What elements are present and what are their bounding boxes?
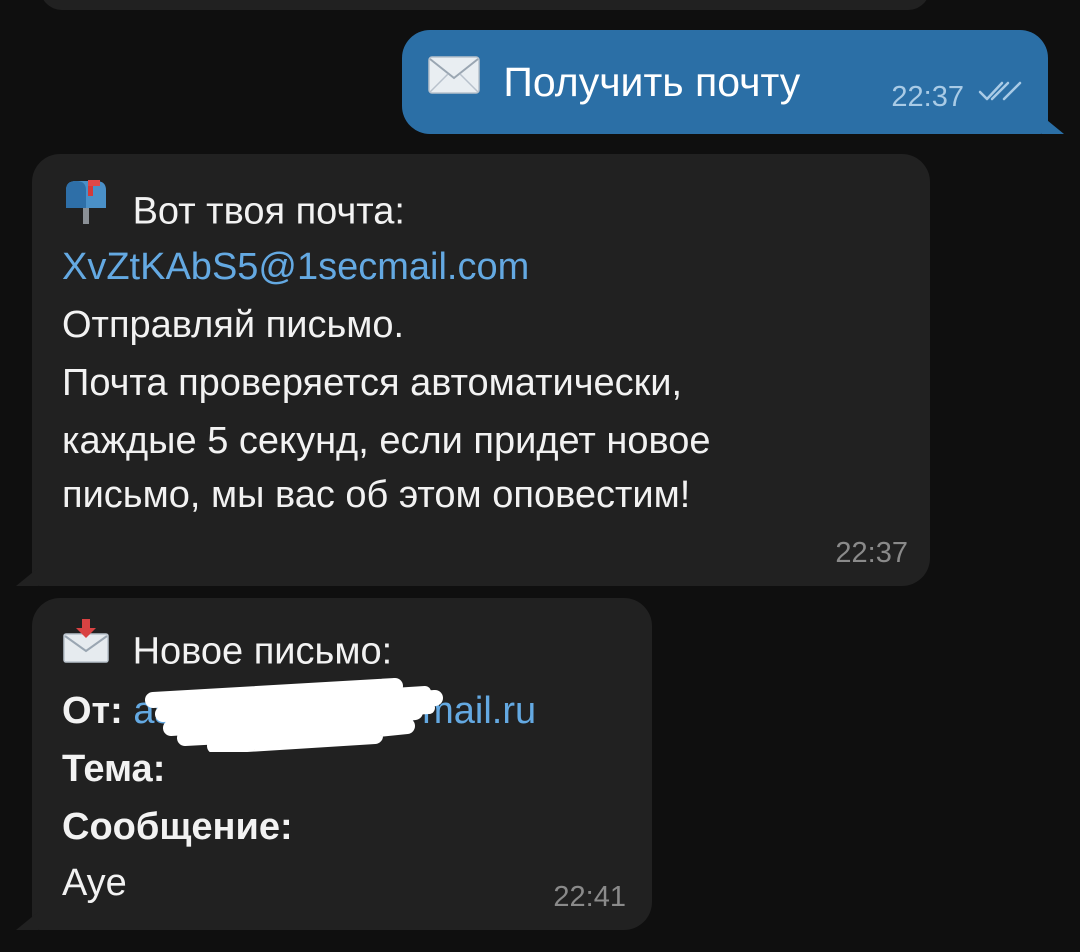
incoming-envelope-icon bbox=[62, 618, 110, 681]
body-label: Сообщение: bbox=[62, 806, 293, 848]
outgoing-message-text-row: Получить почту bbox=[428, 56, 800, 111]
mailbox-auto-line-3: письмо, мы вас об этом оповестим! bbox=[62, 474, 691, 516]
double-check-icon bbox=[978, 79, 1022, 108]
envelope-icon bbox=[428, 55, 480, 107]
outgoing-message-bubble[interactable]: Получить почту 22:37 bbox=[402, 30, 1048, 134]
outgoing-message-time: 22:37 bbox=[891, 81, 964, 113]
mailbox-message-bubble[interactable]: Вот твоя почта: XvZtKAbS5@1secmail.com О… bbox=[32, 154, 930, 586]
outgoing-message-text: Получить почту bbox=[503, 59, 801, 105]
mailbox-message-time: 22:37 bbox=[835, 537, 908, 569]
mailbox-auto-line-2: каждые 5 секунд, если придет новое bbox=[62, 420, 711, 462]
mailbox-icon bbox=[62, 178, 110, 241]
new-mail-title: Новое письмо: bbox=[132, 630, 393, 673]
from-label: От: bbox=[62, 690, 123, 732]
mailbox-title: Вот твоя почта: bbox=[132, 190, 405, 233]
message-body-text: Aye bbox=[62, 862, 127, 904]
new-mail-message-time: 22:41 bbox=[553, 881, 626, 913]
previous-message-bubble bbox=[40, 0, 930, 10]
generated-email-link[interactable]: XvZtKAbS5@1secmail.com bbox=[62, 238, 529, 296]
mailbox-title-row: Вот твоя почта: bbox=[62, 180, 405, 245]
redaction-scribble bbox=[145, 678, 443, 752]
new-mail-message-bubble[interactable]: Новое письмо: От: as @mail.ru Тема: Сообщ… bbox=[32, 598, 652, 930]
mailbox-auto-line-1: Почта проверяется автоматически, bbox=[62, 362, 683, 404]
mailbox-send-line: Отправляй письмо. bbox=[62, 304, 405, 346]
